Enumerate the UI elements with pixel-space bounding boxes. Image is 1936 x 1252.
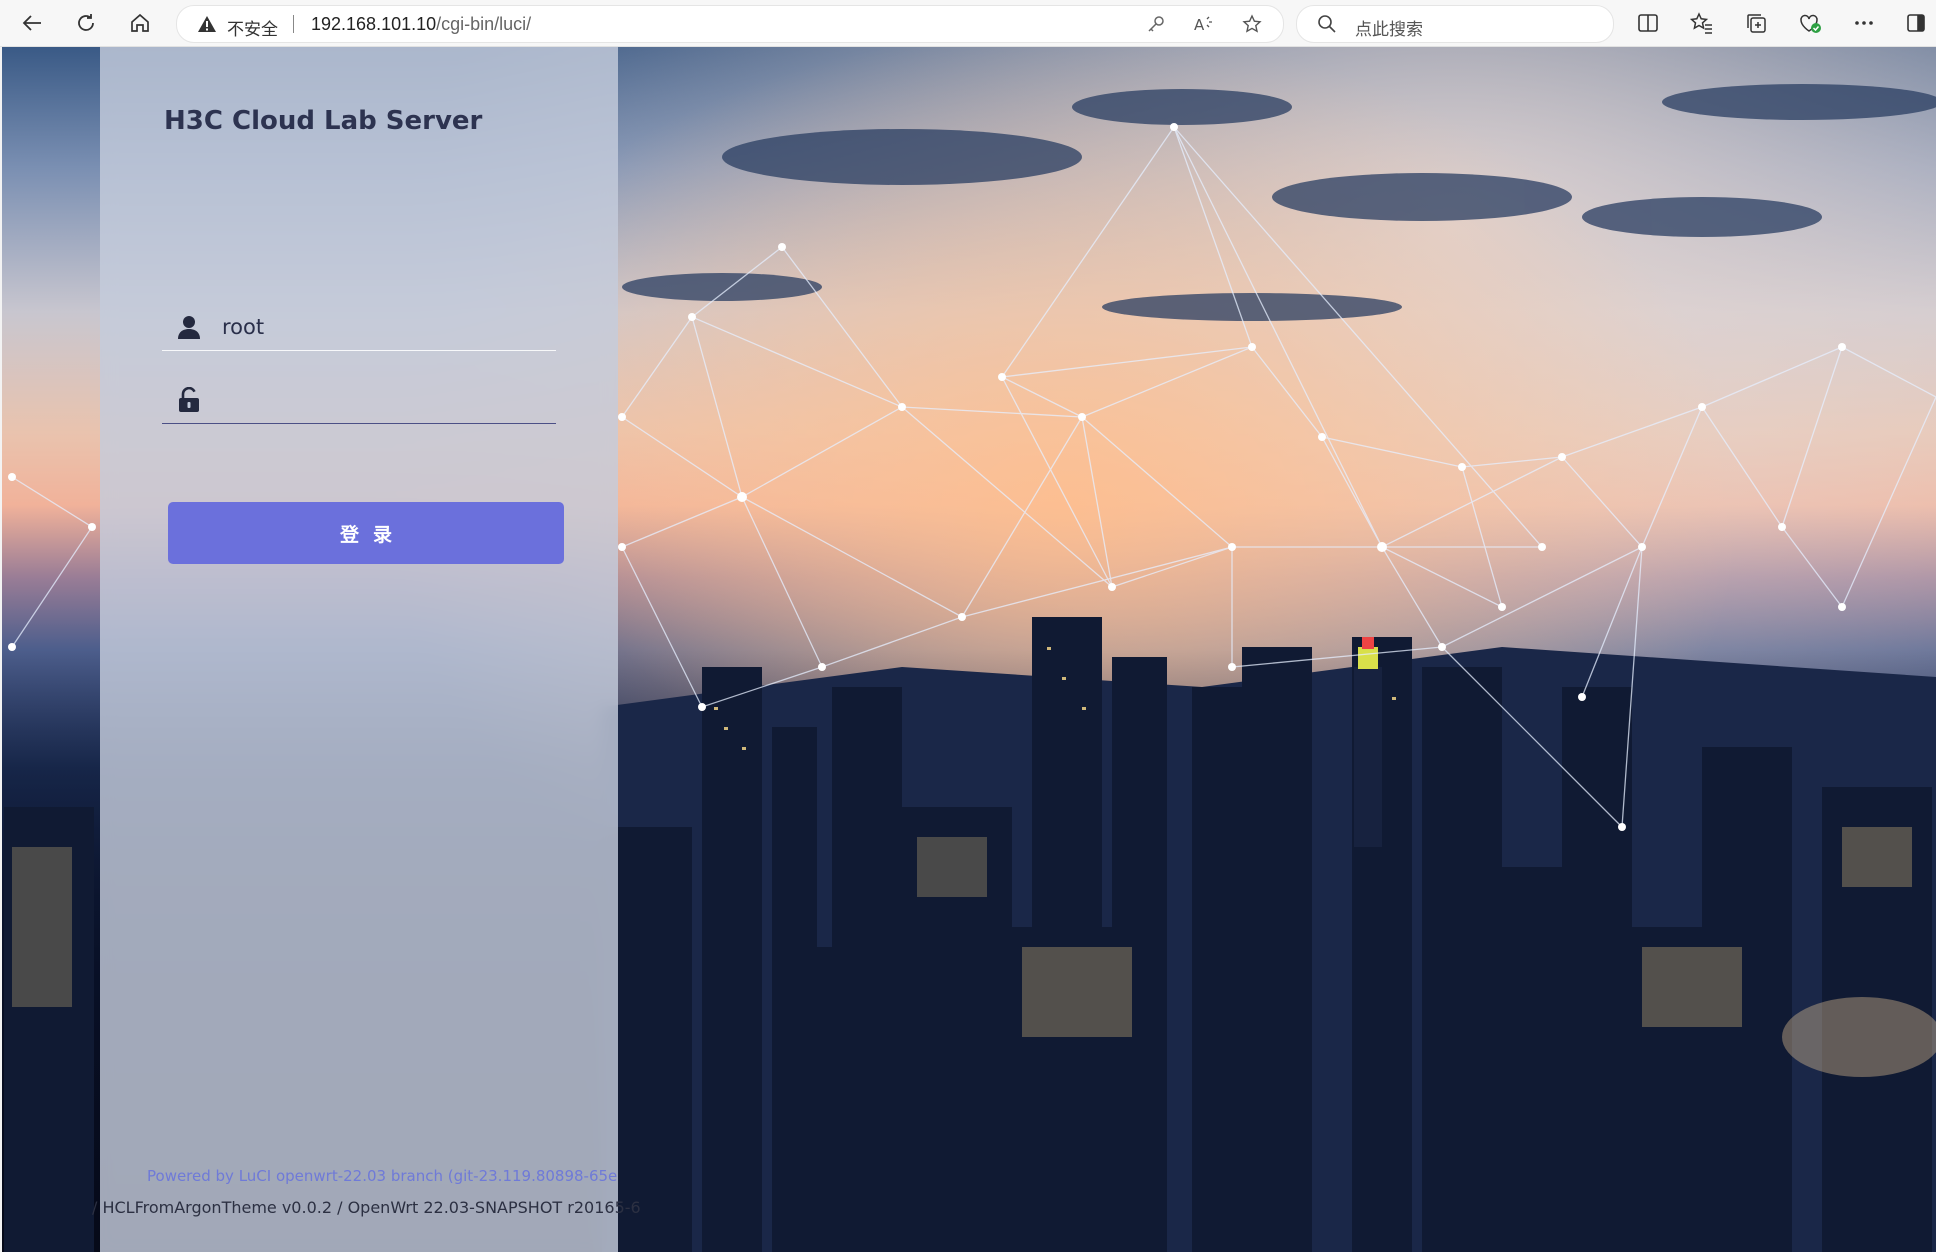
warning-icon[interactable] [197, 15, 217, 38]
username-input[interactable] [220, 304, 554, 350]
key-icon[interactable] [1145, 13, 1167, 35]
browser-toolbar: 不安全 192.168.101.10/cgi-bin/luci/ A 点此搜索 [0, 0, 1936, 47]
password-field[interactable] [162, 377, 556, 424]
login-panel: H3C Cloud Lab Server 登录 Powered by LuCI … [92, 47, 641, 1252]
username-field[interactable] [162, 304, 556, 351]
user-icon [176, 314, 202, 340]
login-button[interactable]: 登录 [168, 502, 564, 564]
password-input[interactable] [220, 377, 554, 423]
brand-title: H3C Cloud Lab Server [164, 106, 483, 136]
divider [293, 15, 294, 33]
favorite-star-icon[interactable] [1241, 13, 1263, 35]
collections-icon[interactable] [1740, 7, 1772, 39]
read-aloud-icon[interactable]: A [1193, 13, 1215, 35]
back-icon[interactable] [16, 7, 48, 39]
version-text: / HCLFromArgonTheme v0.0.2 / OpenWrt 22.… [92, 1198, 641, 1217]
page-background: H3C Cloud Lab Server 登录 Powered by LuCI … [2, 47, 1936, 1252]
split-screen-icon[interactable] [1632, 7, 1664, 39]
search-box[interactable]: 点此搜索 [1296, 5, 1614, 43]
url-path: /cgi-bin/luci/ [436, 14, 532, 34]
browser-essentials-icon[interactable] [1794, 7, 1826, 39]
lock-icon [176, 386, 202, 413]
search-placeholder: 点此搜索 [1355, 20, 1423, 39]
address-bar[interactable]: 不安全 192.168.101.10/cgi-bin/luci/ A [176, 5, 1284, 43]
search-icon [1317, 14, 1337, 39]
sidebar-icon[interactable] [1900, 7, 1932, 39]
url-host: 192.168.101.10 [311, 14, 437, 34]
url-text[interactable]: 192.168.101.10/cgi-bin/luci/ [311, 14, 531, 35]
home-icon[interactable] [124, 7, 156, 39]
more-icon[interactable] [1848, 7, 1880, 39]
refresh-icon[interactable] [70, 7, 102, 39]
security-label[interactable]: 不安全 [227, 15, 278, 40]
powered-by-link[interactable]: Powered by LuCI openwrt-22.03 branch (gi… [147, 1167, 617, 1185]
favorites-icon[interactable] [1686, 7, 1718, 39]
svg-text:A: A [1194, 16, 1205, 34]
